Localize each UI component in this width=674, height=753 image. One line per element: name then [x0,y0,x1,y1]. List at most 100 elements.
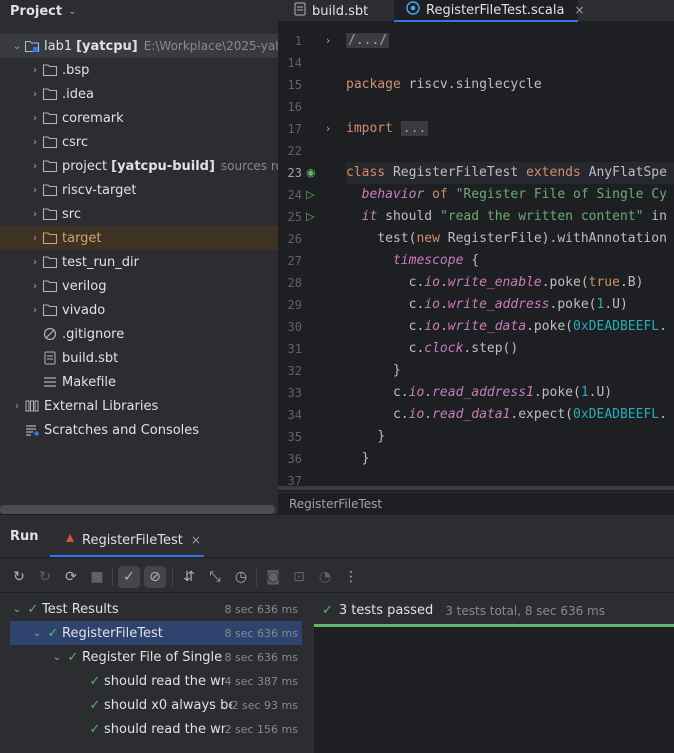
more-options-icon[interactable]: ⋮ [340,566,362,588]
test-result-row[interactable]: ⌄ ✓ Test Results 8 sec 636 ms [10,597,302,621]
check-icon: ✓ [27,601,39,617]
tree-item[interactable]: › riscv-target [0,178,278,202]
chevron-right-icon[interactable]: › [28,305,42,316]
tree-item-label: verilog [62,278,107,294]
tree-item[interactable]: › target [0,226,278,250]
show-passed-icon[interactable]: ✓ [118,566,140,588]
chevron-down-icon[interactable]: ⌄ [30,628,44,639]
module-folder-icon [24,38,40,54]
run-test-class-icon[interactable]: ◉ [306,166,316,179]
test-result-row[interactable]: ✓should x0 always be ze2 sec 93 ms [10,693,302,717]
chevron-down-icon[interactable]: ⌄ [50,652,64,663]
chevron-right-icon[interactable]: › [28,113,42,124]
scala-class-icon [406,1,420,19]
tree-item[interactable]: Makefile [0,370,278,394]
external-libraries-label: External Libraries [44,398,159,414]
chevron-right-icon[interactable]: › [10,401,24,412]
test-duration: 2 sec 93 ms [231,698,298,712]
folded-region[interactable]: ... [400,121,429,136]
library-icon [24,398,40,414]
run-test-icon[interactable]: ▷ [306,210,314,223]
camera-icon[interactable]: ◙ [262,566,284,588]
folder-icon [42,182,58,198]
tab-run-registerfiletest[interactable]: RegisterFileTest × [50,525,204,557]
project-header[interactable]: Project ⌄ [0,0,278,22]
tree-item[interactable]: › test_run_dir [0,250,278,274]
close-icon[interactable]: × [191,533,201,547]
coverage-icon[interactable]: ◔ [314,566,336,588]
tree-item[interactable]: › csrc [0,130,278,154]
tests-passed-text: 3 tests passed [338,603,434,618]
test-result-row[interactable]: ✓should read the writin2 sec 156 ms [10,717,302,741]
horizontal-scrollbar[interactable] [278,486,674,490]
tree-item-label: project [62,158,108,174]
chevron-right-icon[interactable]: › [28,137,42,148]
test-name: Test Results [42,601,119,617]
line-number: 14 [287,56,302,70]
tree-item[interactable]: › project[yatcpu-build] sources roo [0,154,278,178]
tab-build-sbt[interactable]: build.sbt [294,0,390,22]
sort-by-duration-icon[interactable]: ◷ [230,566,252,588]
tree-item-scratches[interactable]: Scratches and Consoles [0,418,278,442]
fold-toggle-icon[interactable]: › [326,122,330,135]
test-result-row[interactable]: ⌄ ✓ RegisterFileTest 8 sec 636 ms [10,621,302,645]
close-icon[interactable]: × [574,3,584,17]
chevron-right-icon[interactable]: › [28,209,42,220]
folder-icon [42,158,58,174]
collapse-all-icon[interactable]: ⤡ [204,566,226,588]
chevron-right-icon[interactable]: › [28,281,42,292]
code-area[interactable]: /.../ package riscv.singlecycle import .… [346,30,674,490]
tree-item[interactable]: › verilog [0,274,278,298]
folder-icon [42,230,58,246]
horizontal-scrollbar[interactable] [0,505,275,514]
tree-item[interactable]: build.sbt [0,346,278,370]
line-number: 30 [287,320,302,334]
toggle-auto-test-icon[interactable]: ⟳ [60,566,82,588]
test-result-row[interactable]: ⌄✓Register File of Single Cy8 sec 636 ms [10,645,302,669]
tree-item[interactable]: .gitignore [0,322,278,346]
line-number: 24 [287,188,302,202]
breadcrumb[interactable]: RegisterFileTest [278,492,674,514]
sbt-icon [42,350,58,366]
scalatest-icon [64,532,76,548]
rerun-icon[interactable]: ↻ [8,566,30,588]
import-tests-icon[interactable]: ⊡ [288,566,310,588]
root-module-tag: [yatcpu] [76,38,138,54]
tree-item-label: .idea [62,86,94,102]
console-output[interactable] [314,627,674,753]
chevron-right-icon[interactable]: › [28,161,42,172]
fold-toggle-icon[interactable]: › [326,34,330,47]
line-number: 16 [287,100,302,114]
chevron-right-icon[interactable]: › [28,185,42,196]
tree-item[interactable]: › src [0,202,278,226]
chevron-down-icon[interactable]: ⌄ [10,604,24,615]
tree-item[interactable]: › coremark [0,106,278,130]
folder-icon [42,206,58,222]
chevron-right-icon[interactable]: › [28,233,42,244]
tree-item[interactable]: › .idea [0,82,278,106]
line-number: 1 [294,34,302,48]
breadcrumb-item[interactable]: RegisterFileTest [289,497,382,511]
chevron-down-icon[interactable]: ⌄ [10,41,24,52]
test-name: RegisterFileTest [62,625,163,641]
tree-item[interactable]: › vivado [0,298,278,322]
run-test-icon[interactable]: ▷ [306,188,314,201]
tree-item-root-module[interactable]: ⌄ lab1 [yatcpu] E:\Workplace\2025-yatcp [0,34,278,58]
tests-summary-text: 3 tests total, 8 sec 636 ms [445,603,605,618]
rerun-failed-icon[interactable]: ↻ [34,566,56,588]
stop-icon[interactable]: ■ [86,566,108,588]
show-ignored-icon[interactable]: ⊘ [144,566,166,588]
tab-registerfiletest-scala[interactable]: RegisterFileTest.scala × [394,0,585,22]
chevron-down-icon[interactable]: ⌄ [68,6,76,17]
chevron-right-icon[interactable]: › [28,257,42,268]
folded-region[interactable]: /.../ [346,33,390,48]
tree-item-external-libraries[interactable]: › External Libraries [0,394,278,418]
tree-item[interactable]: › .bsp [0,58,278,82]
folder-icon [42,254,58,270]
tree-item-label: .gitignore [62,326,125,342]
chevron-right-icon[interactable]: › [28,65,42,76]
test-result-row[interactable]: ✓should read the writte4 sec 387 ms [10,669,302,693]
chevron-right-icon[interactable]: › [28,89,42,100]
sort-alphabetically-icon[interactable]: ⇵ [178,566,200,588]
test-duration: 4 sec 387 ms [224,674,298,688]
